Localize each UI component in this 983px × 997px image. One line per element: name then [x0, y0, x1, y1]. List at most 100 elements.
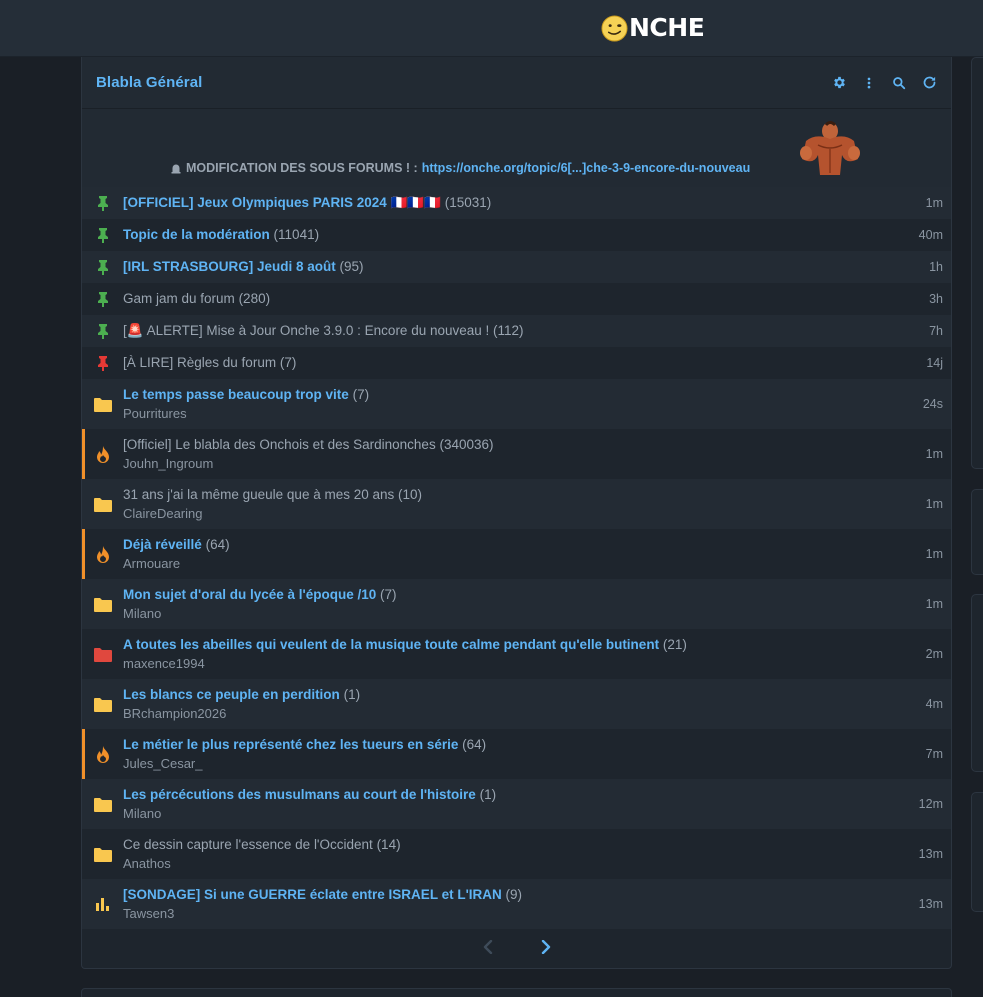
pin-green-icon: [93, 289, 113, 309]
folder-red-icon: [93, 644, 113, 664]
pin-red-icon: [93, 353, 113, 373]
folder-yellow-icon: [93, 394, 113, 414]
search-icon[interactable]: [891, 75, 907, 91]
announcement-link[interactable]: https://onche.org/topic/6[...]che-3-9-en…: [422, 161, 751, 175]
last-activity: 7m: [925, 747, 943, 761]
more-vertical-icon[interactable]: [861, 75, 877, 91]
topic-author[interactable]: Jules_Cesar_: [123, 755, 901, 772]
topic-author[interactable]: BRchampion2026: [123, 705, 901, 722]
topic-title[interactable]: [SONDAGE] Si une GUERRE éclate entre ISR…: [123, 887, 502, 902]
reply-count: (10): [398, 487, 423, 502]
topic-row[interactable]: Ce dessin capture l'essence de l'Occiden…: [82, 829, 951, 879]
site-logo[interactable]: NCHE: [601, 14, 705, 42]
reply-count: (95): [339, 259, 364, 274]
top-bar: NCHE: [0, 0, 983, 57]
last-activity: 13m: [918, 847, 943, 861]
gear-icon[interactable]: [831, 75, 847, 91]
topic-title[interactable]: A toutes les abeilles qui veulent de la …: [123, 637, 659, 652]
pagination: [82, 926, 951, 968]
topic-author[interactable]: Pourritures: [123, 405, 901, 422]
topic-author[interactable]: Milano: [123, 805, 901, 822]
chevron-left-icon[interactable]: [480, 939, 496, 955]
topic-title[interactable]: [Officiel] Le blabla des Onchois et des …: [123, 437, 436, 452]
smiley-icon: [601, 14, 628, 42]
folder-yellow-icon: [93, 594, 113, 614]
last-activity: 24s: [922, 397, 943, 411]
topic-author[interactable]: Milano: [123, 605, 901, 622]
refresh-icon[interactable]: [921, 75, 937, 91]
last-activity: 1m: [925, 196, 943, 210]
announcement-line: MODIFICATION DES SOUS FORUMS ! : https:/…: [170, 161, 750, 175]
topic-title[interactable]: Les blancs ce peuple en perdition: [123, 687, 340, 702]
topic-row[interactable]: Mon sujet d'oral du lycée à l'époque /10…: [82, 579, 951, 629]
topic-title[interactable]: Ce dessin capture l'essence de l'Occiden…: [123, 837, 373, 852]
chevron-right-icon[interactable]: [538, 939, 554, 955]
reply-count: (11041): [273, 227, 320, 242]
topic-title[interactable]: Topic de la modération: [123, 227, 270, 242]
flame-icon: [93, 544, 113, 564]
last-activity: 3h: [929, 292, 943, 306]
reply-count: (21): [662, 637, 687, 652]
topic-title[interactable]: Les pércécutions des musulmans au court …: [123, 787, 476, 802]
pinned-row[interactable]: Topic de la modération (11041) 40m: [82, 219, 951, 251]
pinned-row[interactable]: [🚨 ALERTE] Mise à Jour Onche 3.9.0 : Enc…: [82, 315, 951, 347]
topic-title[interactable]: Le métier le plus représenté chez les tu…: [123, 737, 458, 752]
topic-title[interactable]: [🚨 ALERTE] Mise à Jour Onche 3.9.0 : Enc…: [123, 323, 489, 338]
topic-author[interactable]: Tawsen3: [123, 905, 901, 922]
folder-yellow-icon: [93, 844, 113, 864]
folder-yellow-icon: [93, 694, 113, 714]
topic-title[interactable]: [IRL STRASBOURG] Jeudi 8 août: [123, 259, 336, 274]
poll-icon: [93, 894, 113, 914]
last-activity: 4m: [925, 697, 943, 711]
reply-count: (64): [205, 537, 230, 552]
topic-row[interactable]: Le temps passe beaucoup trop vite (7) Pou…: [82, 379, 951, 429]
last-activity: 7h: [929, 324, 943, 338]
last-activity: 1m: [925, 447, 943, 461]
topic-row[interactable]: Les pércécutions des musulmans au court …: [82, 779, 951, 829]
pinned-row[interactable]: [À LIRE] Règles du forum (7) 14j: [82, 347, 951, 379]
reply-count: (112): [493, 323, 524, 338]
topic-author[interactable]: Armouare: [123, 555, 901, 572]
forum-panel: Blabla Général MODIFICATION DES SOUS FOR…: [81, 57, 952, 969]
pinned-row[interactable]: Gam jam du forum (280) 3h: [82, 283, 951, 315]
topic-title[interactable]: Mon sujet d'oral du lycée à l'époque /10: [123, 587, 376, 602]
topic-title[interactable]: Le temps passe beaucoup trop vite: [123, 387, 349, 402]
topic-author[interactable]: Anathos: [123, 855, 901, 872]
reply-count: (9): [505, 887, 523, 902]
reply-count: (1): [343, 687, 361, 702]
reply-count: (7): [380, 587, 397, 602]
topic-row[interactable]: [SONDAGE] Si une GUERRE éclate entre ISR…: [82, 879, 951, 929]
folder-yellow-icon: [93, 794, 113, 814]
topic-row[interactable]: A toutes les abeilles qui veulent de la …: [82, 629, 951, 679]
forum-title[interactable]: Blabla Général: [96, 74, 202, 91]
topic-author[interactable]: maxence1994: [123, 655, 901, 672]
topic-row[interactable]: [Officiel] Le blabla des Onchois et des …: [82, 429, 951, 479]
reply-count: (280): [238, 291, 271, 306]
pin-green-icon: [93, 193, 113, 213]
last-activity: 13m: [918, 897, 943, 911]
pin-green-icon: [93, 225, 113, 245]
topic-author[interactable]: ClaireDearing: [123, 505, 901, 522]
topic-author[interactable]: Jouhn_Ingroum: [123, 455, 901, 472]
side-panel: [971, 489, 983, 575]
topic-title[interactable]: Déjà réveillé: [123, 537, 202, 552]
topic-title[interactable]: [OFFICIEL] Jeux Olympiques PARIS 2024 🇫🇷…: [123, 195, 441, 210]
last-activity: 14j: [926, 356, 943, 370]
topic-row[interactable]: Le métier le plus représenté chez les tu…: [82, 729, 951, 779]
pinned-row[interactable]: [IRL STRASBOURG] Jeudi 8 août (95) 1h: [82, 251, 951, 283]
topic-row[interactable]: Déjà réveillé (64) Armouare 1m: [82, 529, 951, 579]
topic-title[interactable]: [À LIRE] Règles du forum: [123, 355, 276, 370]
pinned-row[interactable]: [OFFICIEL] Jeux Olympiques PARIS 2024 🇫🇷…: [82, 187, 951, 219]
topic-row[interactable]: 31 ans j'ai la même gueule que à mes 20 …: [82, 479, 951, 529]
last-activity: 12m: [918, 797, 943, 811]
reply-count: (1): [479, 787, 497, 802]
reply-count: (15031): [444, 195, 492, 210]
last-activity: 1m: [925, 547, 943, 561]
last-activity: 1h: [929, 260, 943, 274]
announcement-text: MODIFICATION DES SOUS FORUMS ! :: [186, 161, 418, 175]
bottom-panel: [81, 988, 952, 997]
topic-title[interactable]: 31 ans j'ai la même gueule que à mes 20 …: [123, 487, 394, 502]
topic-title[interactable]: Gam jam du forum: [123, 291, 235, 306]
topic-row[interactable]: Les blancs ce peuple en perdition (1) BRc…: [82, 679, 951, 729]
muscle-man-image: [800, 121, 860, 175]
